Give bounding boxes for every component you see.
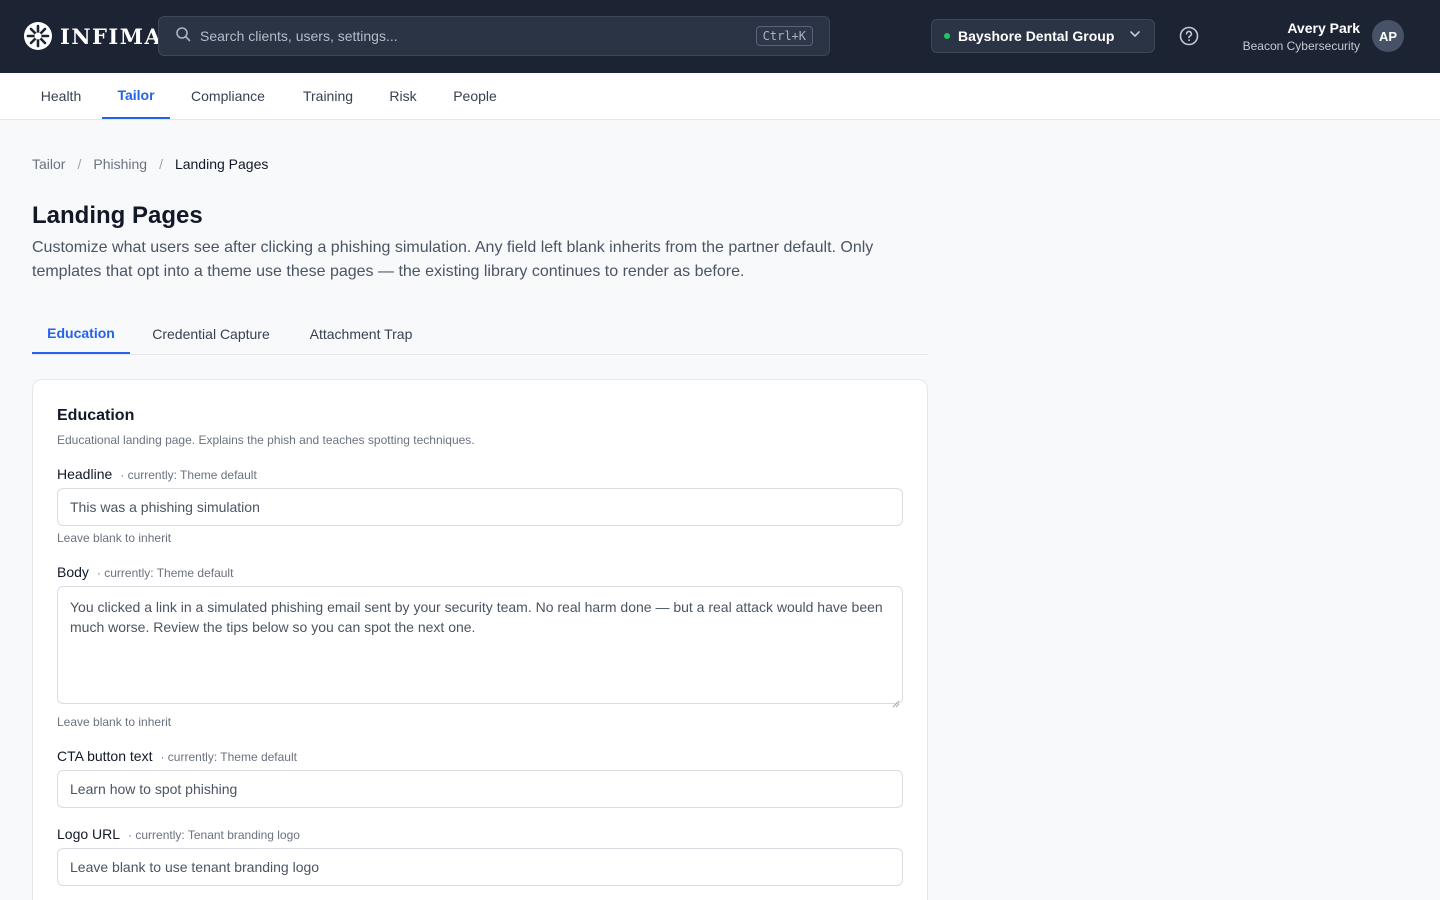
breadcrumb-item-phishing[interactable]: Phishing (93, 156, 147, 172)
logo-mark-icon (23, 21, 53, 51)
user-menu[interactable]: Avery Park Beacon Cybersecurity (1243, 20, 1360, 54)
breadcrumb-item-current: Landing Pages (174, 156, 269, 172)
search-shortcut: Ctrl+K (755, 26, 813, 46)
page-description: Customize what users see after clicking … (32, 239, 874, 280)
education-card: Education Educational landing page. Expl… (32, 379, 928, 900)
help-icon[interactable] (1178, 25, 1200, 47)
logo-url-current-value: · currently: Tenant branding logo (128, 828, 300, 842)
body-hint: Leave blank to inherit (57, 715, 172, 729)
tab-education[interactable]: Education (32, 314, 130, 354)
body-current-value: · currently: Theme default (96, 566, 234, 580)
landing-page-tabs: Education Credential Capture Attachment … (32, 314, 928, 355)
card-title: Education (57, 407, 135, 424)
breadcrumb-separator: / (77, 156, 82, 172)
nav-item-tailor[interactable]: Tailor (102, 73, 170, 119)
logo[interactable]: INFIMA (23, 21, 162, 51)
logo-text: INFIMA (60, 23, 163, 49)
headline-hint: Leave blank to inherit (57, 531, 172, 545)
breadcrumb-item-tailor[interactable]: Tailor (32, 156, 65, 172)
search-icon (175, 26, 191, 47)
cta-label-text: CTA button text (57, 748, 153, 764)
nav-item-people[interactable]: People (436, 73, 514, 119)
tab-credential-capture[interactable]: Credential Capture (134, 314, 288, 354)
body-label: Body · currently: Theme default (57, 564, 233, 580)
logo-url-label: Logo URL · currently: Tenant branding lo… (57, 826, 300, 842)
breadcrumb-separator: / (159, 156, 163, 172)
body-textarea[interactable]: You clicked a link in a simulated phishi… (57, 586, 903, 708)
resize-handle-icon[interactable] (892, 693, 900, 708)
headline-label-text: Headline (57, 466, 113, 482)
nav-item-training[interactable]: Training (286, 73, 370, 119)
logo-url-input[interactable]: Leave blank to use tenant branding logo (57, 848, 903, 886)
nav-item-health[interactable]: Health (24, 73, 98, 119)
avatar[interactable]: AP (1372, 20, 1404, 52)
user-org: Beacon Cybersecurity (1242, 39, 1360, 53)
headline-input[interactable]: This was a phishing simulation (57, 488, 903, 526)
tab-attachment-trap[interactable]: Attachment Trap (292, 314, 430, 354)
headline-label: Headline · currently: Theme default (57, 466, 257, 482)
main-nav: Health Tailor Compliance Training Risk P… (0, 73, 1440, 120)
card-subtitle: Educational landing page. Explains the p… (57, 433, 475, 447)
body-textarea-placeholder: You clicked a link in a simulated phishi… (70, 599, 883, 635)
nav-item-compliance[interactable]: Compliance (174, 73, 282, 119)
global-search[interactable]: Search clients, users, settings... Ctrl+… (158, 16, 830, 56)
breadcrumb: Tailor / Phishing / Landing Pages (32, 156, 268, 172)
user-name: Avery Park (1287, 20, 1360, 36)
page-title: Landing Pages (32, 202, 203, 229)
tenant-switcher[interactable]: Bayshore Dental Group (931, 19, 1155, 53)
body-label-text: Body (57, 564, 89, 580)
tenant-name: Bayshore Dental Group (958, 28, 1115, 44)
status-dot-icon (944, 33, 950, 39)
cta-current-value: · currently: Theme default (160, 750, 297, 764)
search-input[interactable]: Search clients, users, settings... (200, 28, 756, 44)
chevron-down-icon (1128, 27, 1142, 46)
top-bar: INFIMA Search clients, users, settings..… (0, 0, 1440, 73)
cta-input[interactable]: Learn how to spot phishing (57, 770, 903, 808)
headline-current-value: · currently: Theme default (120, 468, 257, 482)
cta-label: CTA button text · currently: Theme defau… (57, 748, 297, 764)
logo-url-label-text: Logo URL (57, 826, 121, 842)
nav-item-risk[interactable]: Risk (374, 73, 432, 119)
